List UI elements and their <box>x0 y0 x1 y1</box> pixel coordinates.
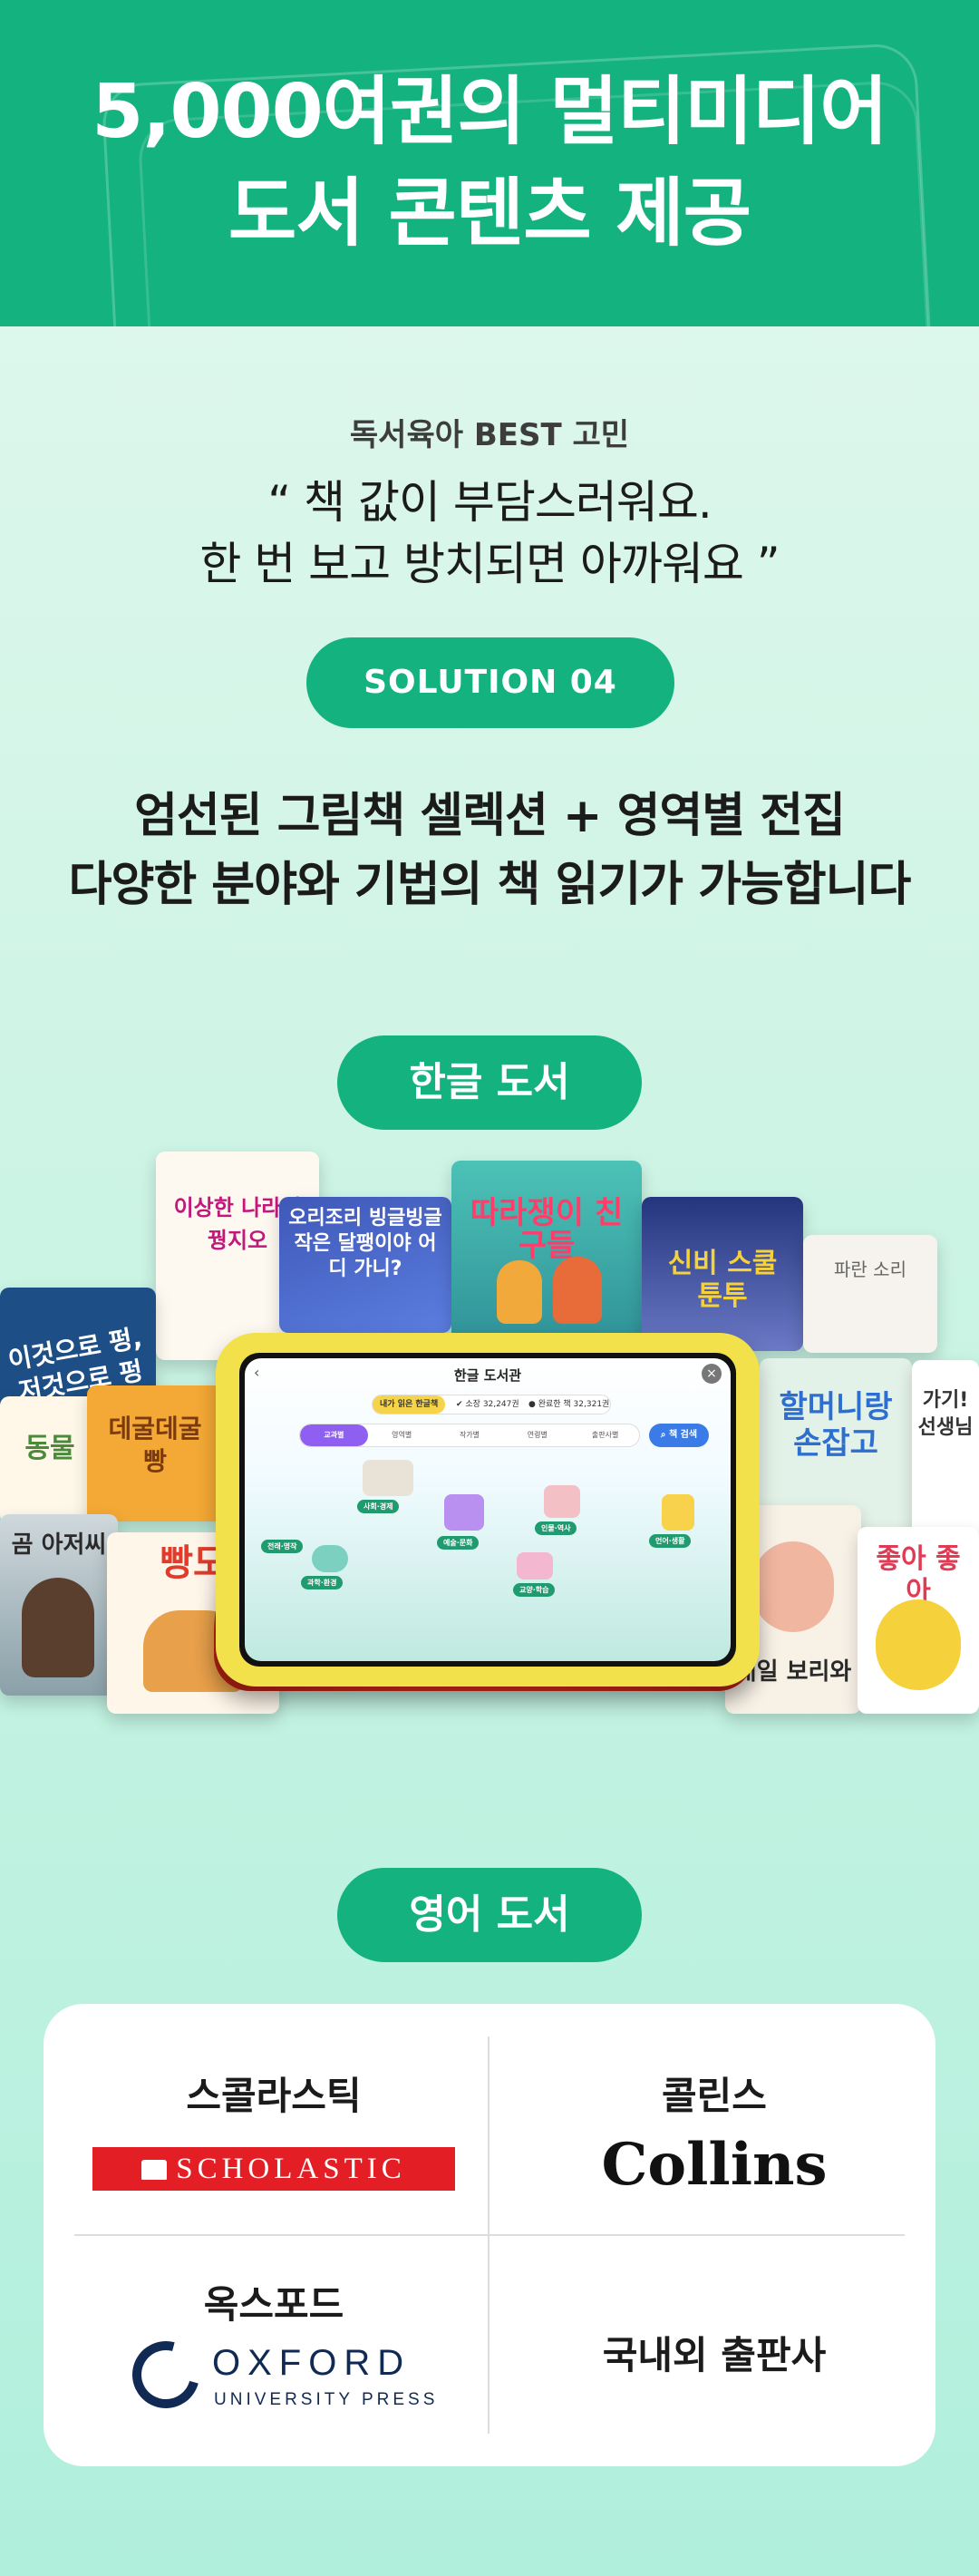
book-cover: 따라쟁이 친구들 <box>451 1161 642 1360</box>
book-icon <box>141 2160 168 2180</box>
book-title: 오리조리 빙글빙글 작은 달팽이야 어디 가니? <box>288 1207 442 1280</box>
zone-society[interactable]: 사회·경제 <box>357 1500 400 1513</box>
book-title: 데굴데굴 빵 <box>108 1414 202 1476</box>
tablet-screen: ‹ 한글 도서관 × 내가 읽은 한글책 ✔ 소장 32,247권 ● 완료한 … <box>239 1353 736 1667</box>
divider <box>74 2234 905 2236</box>
scholastic-logo: SCHOLASTIC <box>92 2147 455 2191</box>
tower-building[interactable] <box>544 1485 580 1518</box>
completed-count: ● 완료한 책 32,321권 <box>528 1400 610 1409</box>
book-cover: 데굴데굴 빵 <box>87 1385 223 1521</box>
scholastic-wordmark: SCHOLASTIC <box>176 2153 406 2185</box>
book-search-button[interactable]: ⌕ 책 검색 <box>649 1424 709 1447</box>
book-collage: 이상한 나라의 꿩지오 오리조리 빙글빙글 작은 달팽이야 어디 가니? 따라쟁… <box>0 1152 979 1804</box>
book-cover: 동물 <box>0 1396 100 1523</box>
house-building[interactable] <box>662 1494 694 1531</box>
publisher-name-oxford: 옥스포드 <box>203 2282 344 2327</box>
book-title: 신비 스쿨 툰투 <box>667 1248 778 1312</box>
tab-subject[interactable]: 교과별 <box>300 1424 368 1446</box>
zone-education[interactable]: 교양·학습 <box>513 1583 556 1597</box>
tab-area[interactable]: 영역별 <box>368 1424 436 1446</box>
zone-history[interactable]: 인물·역사 <box>535 1521 577 1535</box>
tab-author[interactable]: 작가별 <box>436 1424 504 1446</box>
book-cover: 파란 소리 <box>803 1235 937 1353</box>
worry-subheading: 독서육아 BEST 고민 <box>349 417 630 453</box>
parent-quote: “ 책 값이 부담스러워요. 한 번 보고 방치되면 아까워요 ” <box>199 476 780 590</box>
oxford-subtitle: UNIVERSITY PRESS <box>214 2390 439 2409</box>
book-cover: 신비 스쿨 툰투 <box>642 1197 803 1351</box>
book-title: 가기! 선생님 <box>917 1389 974 1439</box>
school-building[interactable] <box>517 1552 553 1580</box>
solution-description: 엄선된 그림책 셀렉션 + 영역별 전집 다양한 분야와 기법의 책 읽기가 가… <box>68 789 912 912</box>
tab-age[interactable]: 연령별 <box>503 1424 571 1446</box>
book-title: 곰 아저씨 <box>11 1531 107 1559</box>
zone-folktale[interactable]: 전래·명작 <box>261 1540 304 1553</box>
oxford-wordmark: OXFORD <box>212 2343 412 2383</box>
book-title: 할머니랑 손잡고 <box>779 1389 893 1462</box>
publisher-name-others: 국내외 출판사 <box>602 2333 827 2377</box>
reading-stats-bar: 내가 읽은 한글책 ✔ 소장 32,247권 ● 완료한 책 32,321권 <box>372 1395 611 1414</box>
korean-library-app: ‹ 한글 도서관 × 내가 읽은 한글책 ✔ 소장 32,247권 ● 완료한 … <box>245 1358 731 1661</box>
close-icon[interactable]: × <box>702 1364 722 1384</box>
oxford-emblem-icon <box>120 2328 212 2421</box>
collins-logo: Collins <box>601 2131 828 2199</box>
zone-science[interactable]: 과학·환경 <box>301 1576 344 1589</box>
app-title: 한글 도서관 <box>453 1367 522 1384</box>
museum-building[interactable] <box>363 1460 413 1496</box>
book-title: 따라쟁이 친구들 <box>470 1195 624 1264</box>
owned-count: ✔ 소장 32,247권 <box>456 1400 519 1409</box>
stats-label: 내가 읽은 한글책 <box>373 1395 446 1414</box>
book-cover: 좋아 좋아 <box>858 1527 979 1714</box>
english-books-badge: 영어 도서 <box>337 1868 642 1962</box>
arts-building[interactable] <box>444 1494 484 1531</box>
search-label: 책 검색 <box>669 1430 698 1440</box>
korean-books-badge: 한글 도서 <box>337 1035 642 1130</box>
tablet-device: ‹ 한글 도서관 × 내가 읽은 한글책 ✔ 소장 32,247권 ● 완료한 … <box>216 1333 760 1687</box>
book-title: 파란 소리 <box>834 1259 906 1280</box>
publisher-name-scholastic: 스콜라스틱 <box>186 2074 362 2118</box>
tab-publisher[interactable]: 출판사별 <box>571 1424 639 1446</box>
book-cover: 가기! 선생님 <box>912 1360 979 1541</box>
book-cover: 곰 아저씨 <box>0 1514 118 1696</box>
science-dome[interactable] <box>312 1545 348 1572</box>
solution-badge: SOLUTION 04 <box>306 637 674 728</box>
zone-language[interactable]: 언어·생활 <box>649 1534 692 1548</box>
publisher-name-collins: 콜린스 <box>662 2074 767 2118</box>
book-title: 동물 <box>24 1433 75 1464</box>
category-tabs: 교과별 영역별 작가별 연령별 출판사별 <box>299 1424 640 1447</box>
book-cover: 오리조리 빙글빙글 작은 달팽이야 어디 가니? <box>279 1197 451 1333</box>
header-title: 5,000여권의 멀티미디어 도서 콘텐츠 제공 <box>92 69 887 257</box>
publisher-card: 스콜라스틱 SCHOLASTIC 콜린스 Collins 옥스포드 OXFORD… <box>44 2004 935 2466</box>
hero-header: 5,000여권의 멀티미디어 도서 콘텐츠 제공 <box>0 0 979 326</box>
zone-art[interactable]: 예술·문화 <box>437 1536 480 1550</box>
